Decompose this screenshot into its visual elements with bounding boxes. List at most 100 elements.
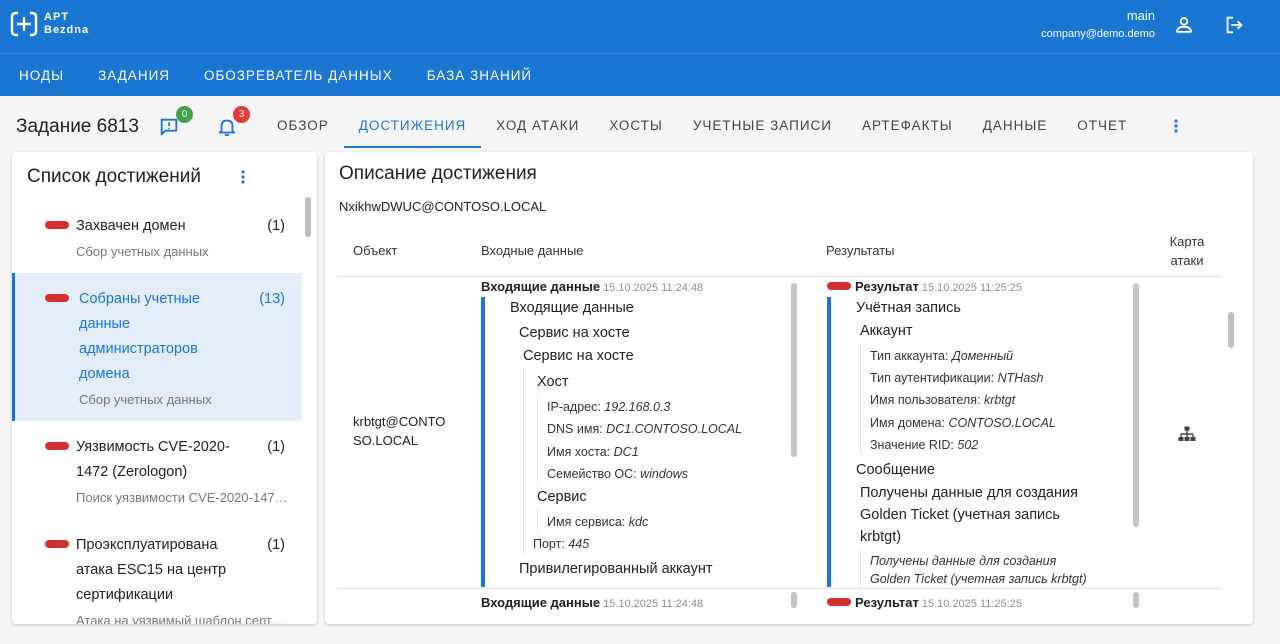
- achievement-item[interactable]: Проэксплуатирована атака ESC15 на центр …: [12, 519, 302, 624]
- achievement-item[interactable]: Уязвимость CVE-2020-1472 (Zerologon) (1)…: [12, 421, 302, 519]
- field-account-type: Тип аккаунта: Доменный: [870, 348, 1013, 364]
- result-scrollbar[interactable]: [1133, 283, 1139, 527]
- column-attack-map-line1: Карта: [1169, 234, 1205, 249]
- field-label: Имя домена:: [870, 416, 945, 430]
- achievement-item-selected[interactable]: Собраны учетные данные администраторов д…: [12, 273, 302, 421]
- achievement-name: Собраны учетные данные администраторов д…: [79, 291, 200, 382]
- achievement-category: Поиск уязвимости CVE-2020-1472 (Zerologo…: [76, 490, 288, 505]
- tree-node: Сервис на хосте: [519, 325, 630, 341]
- input-timestamp: 15.10.2025 11:24:48: [603, 598, 704, 610]
- field-label: IP-адрес:: [547, 400, 601, 414]
- field-value: krbtgt: [983, 393, 1016, 407]
- tree-node: Привилегированный аккаунт: [519, 561, 713, 577]
- tree-node: Сообщение: [856, 462, 935, 478]
- input-timestamp: 15.10.2025 11:24:48: [603, 282, 704, 294]
- tree-node: Хост: [537, 374, 569, 390]
- account-icon[interactable]: [1173, 14, 1195, 36]
- tree-guide: [860, 550, 861, 588]
- field-port: Порт: 445: [533, 536, 589, 552]
- achievement-count: (13): [259, 291, 285, 307]
- field-value: CONTOSO.LOCAL: [948, 416, 1056, 430]
- message-detail-line: Получены данные для создания: [870, 554, 1057, 568]
- achievement-name: Уязвимость CVE-2020-1472 (Zerologon): [76, 439, 230, 480]
- field-value: kdc: [628, 515, 649, 529]
- object-value: krbtgt@CONTOSO.LOCAL: [353, 414, 446, 448]
- field-dns: DNS имя: DC1.CONTOSO.LOCAL: [547, 421, 742, 437]
- logo-line-2: Bezdna: [44, 24, 90, 36]
- input-scrollbar[interactable]: [791, 592, 797, 608]
- panel-scrollbar[interactable]: [1228, 312, 1234, 348]
- column-attack-map: Карта атаки: [1169, 232, 1205, 270]
- user-email: company@demo.demo: [1041, 28, 1155, 40]
- achievements-list: Захвачен домен (1) Сбор учетных данных С…: [12, 200, 302, 624]
- achievement-category: Атака на уязвимый шаблон сертификата: [76, 613, 288, 624]
- result-timestamp: 15.10.2025 11:25:25: [921, 598, 1022, 610]
- field-label: Имя сервиса:: [547, 515, 626, 529]
- sitemap-icon[interactable]: [1178, 426, 1196, 442]
- tree-guide: [860, 344, 861, 454]
- achievement-name: Захвачен домен: [76, 218, 186, 234]
- list-menu-icon[interactable]: [237, 168, 249, 186]
- field-value: NTHash: [997, 371, 1044, 385]
- tab-achievements[interactable]: ДОСТИЖЕНИЯ: [343, 106, 482, 148]
- description-subtitle: NxikhwDWUC@CONTOSO.LOCAL: [339, 199, 547, 214]
- input-scrollbar[interactable]: [791, 283, 797, 457]
- tree-node: Входящие данные: [510, 300, 634, 316]
- tree-node: Учётная запись: [856, 300, 961, 316]
- achievement-item[interactable]: Захвачен домен (1) Сбор учетных данных: [12, 200, 302, 273]
- input-group-label: Входящие данные: [481, 279, 601, 294]
- result-group-label: Результат: [855, 279, 919, 294]
- task-tabs: ОБЗОР ДОСТИЖЕНИЯ ХОД АТАКИ ХОСТЫ УЧЕТНЫЕ…: [262, 106, 1142, 148]
- tab-attack-progress[interactable]: ХОД АТАКИ: [481, 106, 594, 148]
- tree-guide: [537, 396, 538, 484]
- severity-pill: [45, 540, 69, 548]
- result-group-label: Результат: [855, 595, 919, 610]
- description-title: Описание достижения: [339, 163, 537, 184]
- input-group-header: Входящие данные 15.10.2025 11:24:48: [481, 595, 703, 612]
- tab-overview[interactable]: ОБЗОР: [262, 106, 344, 148]
- field-label: DNS имя:: [547, 422, 603, 436]
- result-scrollbar[interactable]: [1133, 592, 1139, 608]
- message-text: Получены данные для создания: [860, 485, 1078, 501]
- input-group-label: Входящие данные: [481, 595, 601, 610]
- tree-guide: [523, 369, 524, 554]
- nav-nodes[interactable]: НОДЫ: [0, 54, 81, 96]
- logo-icon: [10, 11, 38, 37]
- tab-artifacts[interactable]: АРТЕФАКТЫ: [847, 106, 968, 148]
- nav-data-explorer[interactable]: ОБОЗРЕВАТЕЛЬ ДАННЫХ: [187, 54, 410, 96]
- result-severity-pill: [827, 598, 851, 606]
- field-value: windows: [640, 467, 689, 481]
- achievement-count: (1): [267, 439, 285, 455]
- tree-node: Сервис на хосте: [523, 348, 634, 364]
- tab-accounts[interactable]: УЧЕТНЫЕ ЗАПИСИ: [678, 106, 847, 148]
- field-label: Семейство ОС:: [547, 467, 637, 481]
- result-severity-pill: [827, 282, 851, 290]
- result-group-header: Результат 15.10.2025 11:25:25: [855, 595, 1022, 612]
- field-rid: Значение RID: 502: [870, 437, 978, 453]
- tab-hosts[interactable]: ХОСТЫ: [594, 106, 678, 148]
- page-title: Задание 6813: [16, 116, 139, 137]
- more-vert-icon[interactable]: [1168, 117, 1184, 135]
- header-divider: [337, 276, 1222, 277]
- achievement-category: Сбор учетных данных: [79, 392, 212, 407]
- row-divider: [337, 588, 1222, 589]
- column-results: Результаты: [826, 243, 895, 258]
- message-detail: Получены данные для создания: [870, 553, 1056, 569]
- app-logo[interactable]: APT Bezdna: [10, 11, 89, 37]
- tab-data[interactable]: ДАННЫЕ: [968, 106, 1063, 148]
- app-header: APT Bezdna main company@demo.demo: [0, 0, 1280, 53]
- field-domain: Имя домена: CONTOSO.LOCAL: [870, 415, 1056, 431]
- list-scrollbar[interactable]: [305, 197, 311, 237]
- field-label: Тип аккаунта:: [870, 349, 949, 363]
- field-value: Доменный: [951, 349, 1014, 363]
- tree-node: Аккаунт: [860, 323, 913, 339]
- tab-report[interactable]: ОТЧЕТ: [1062, 106, 1142, 148]
- nav-tasks[interactable]: ЗАДАНИЯ: [81, 54, 187, 96]
- field-value: 502: [957, 438, 979, 452]
- nav-knowledge-base[interactable]: БАЗА ЗНАНИЙ: [410, 54, 549, 96]
- severity-pill: [45, 221, 69, 229]
- column-attack-map-line2: атаки: [1170, 253, 1204, 268]
- logo-line-1: APT: [44, 11, 69, 23]
- logout-icon[interactable]: [1223, 14, 1245, 36]
- achievements-list-panel: Список достижений Захвачен домен (1) Сбо…: [12, 152, 317, 624]
